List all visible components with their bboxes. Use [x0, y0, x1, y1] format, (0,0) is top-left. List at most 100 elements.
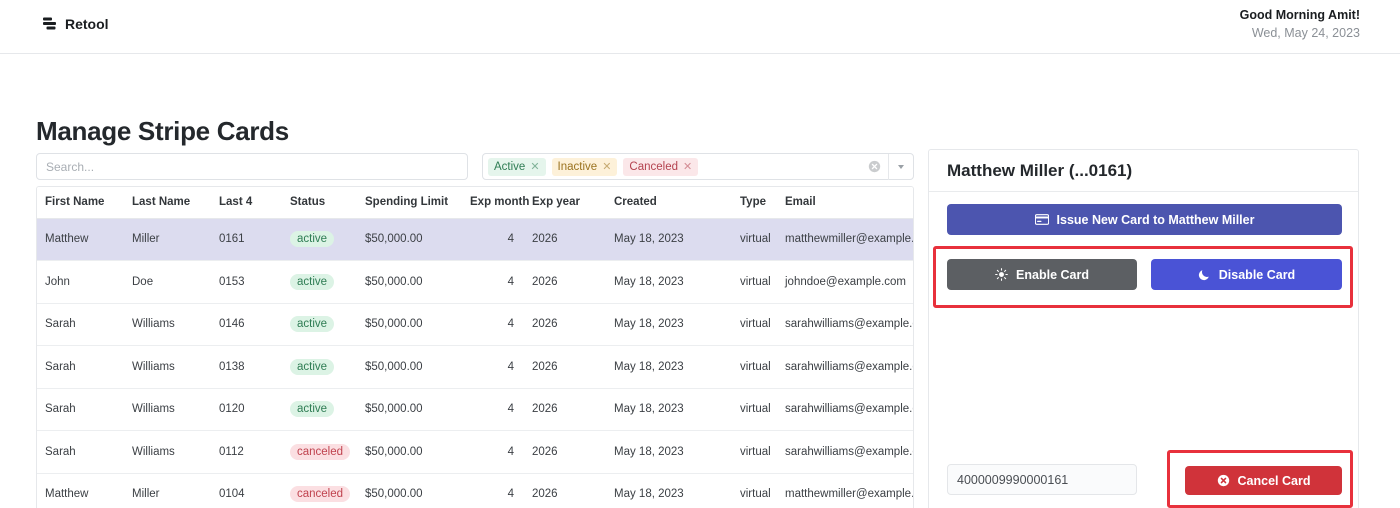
table-row[interactable]: SarahWilliams0138active$50,000.0042026Ma… — [37, 346, 914, 389]
cell-created: May 18, 2023 — [606, 261, 732, 304]
column-header-first-name[interactable]: First Name — [37, 187, 124, 218]
cell-first-name: Sarah — [37, 388, 124, 431]
column-header-email[interactable]: Email — [777, 187, 914, 218]
cell-status: active — [282, 303, 357, 346]
cell-exp-month: 4 — [462, 261, 524, 304]
cell-last-4: 0146 — [211, 303, 282, 346]
cell-exp-year: 2026 — [524, 346, 606, 389]
issue-new-card-label: Issue New Card to Matthew Miller — [1057, 213, 1255, 227]
status-badge: active — [290, 359, 334, 375]
cell-spending-limit: $50,000.00 — [357, 431, 462, 474]
cell-email: sarahwilliams@example.com — [777, 431, 914, 474]
filter-tag-inactive[interactable]: Inactive✕ — [552, 158, 618, 176]
cell-exp-year: 2026 — [524, 388, 606, 431]
cell-exp-month: 4 — [462, 473, 524, 508]
greeting-block: Good Morning Amit! Wed, May 24, 2023 — [1240, 6, 1360, 42]
cell-last-name: Miller — [124, 218, 211, 261]
cell-status: canceled — [282, 473, 357, 508]
cell-type: virtual — [732, 261, 777, 304]
cell-first-name: Matthew — [37, 473, 124, 508]
cancel-card-button[interactable]: Cancel Card — [1185, 466, 1342, 495]
card-number-field[interactable] — [947, 464, 1137, 495]
enable-card-button[interactable]: Enable Card — [947, 259, 1137, 290]
close-icon[interactable]: ✕ — [683, 158, 692, 176]
page-title: Manage Stripe Cards — [36, 116, 289, 147]
table-row[interactable]: JohnDoe0153active$50,000.0042026May 18, … — [37, 261, 914, 304]
cell-type: virtual — [732, 431, 777, 474]
status-filter-select[interactable]: Active✕Inactive✕Canceled✕ — [482, 153, 914, 180]
table-body: MatthewMiller0161active$50,000.0042026Ma… — [37, 218, 914, 508]
cell-last-name: Williams — [124, 346, 211, 389]
close-icon[interactable]: ✕ — [530, 158, 539, 176]
cell-type: virtual — [732, 473, 777, 508]
table-row[interactable]: SarahWilliams0146active$50,000.0042026Ma… — [37, 303, 914, 346]
filter-tag-label: Inactive — [558, 158, 598, 176]
cell-exp-year: 2026 — [524, 431, 606, 474]
search-input[interactable] — [36, 153, 468, 180]
column-header-type[interactable]: Type — [732, 187, 777, 218]
filter-tag-active[interactable]: Active ✕ — [488, 158, 546, 176]
cell-spending-limit: $50,000.00 — [357, 261, 462, 304]
chevron-down-icon — [898, 165, 904, 169]
table-header-row: First Name Last Name Last 4 Status Spend… — [37, 187, 914, 218]
status-badge: canceled — [290, 486, 350, 502]
cell-type: virtual — [732, 346, 777, 389]
cell-created: May 18, 2023 — [606, 388, 732, 431]
cell-last-name: Williams — [124, 431, 211, 474]
sun-icon — [995, 268, 1008, 281]
issue-new-card-button[interactable]: Issue New Card to Matthew Miller — [947, 204, 1342, 235]
cell-last-4: 0161 — [211, 218, 282, 261]
enable-card-label: Enable Card — [1016, 268, 1089, 282]
status-badge: active — [290, 401, 334, 417]
column-header-last-4[interactable]: Last 4 — [211, 187, 282, 218]
column-header-created[interactable]: Created — [606, 187, 732, 218]
cell-created: May 18, 2023 — [606, 473, 732, 508]
table-header: First Name Last Name Last 4 Status Spend… — [37, 187, 914, 218]
column-header-exp-month[interactable]: Exp month — [462, 187, 524, 218]
cell-email: sarahwilliams@example.com — [777, 388, 914, 431]
cell-exp-month: 4 — [462, 431, 524, 474]
cell-spending-limit: $50,000.00 — [357, 473, 462, 508]
cell-last-4: 0104 — [211, 473, 282, 508]
cell-last-4: 0138 — [211, 346, 282, 389]
filter-tag-label: Active — [494, 158, 525, 176]
table-row[interactable]: MatthewMiller0104 canceled $50,000.0042026… — [37, 473, 914, 508]
table-row[interactable]: MatthewMiller0161active$50,000.0042026Ma… — [37, 218, 914, 261]
retool-logo-icon — [42, 17, 57, 31]
cards-table-container[interactable]: First Name Last Name Last 4 Status Spend… — [36, 186, 914, 508]
cell-first-name: Matthew — [37, 218, 124, 261]
moon-icon — [1198, 268, 1211, 281]
cell-last-4: 0153 — [211, 261, 282, 304]
column-header-last-name[interactable]: Last Name — [124, 187, 211, 218]
cell-last-name: Miller — [124, 473, 211, 508]
filter-tag-canceled[interactable]: Canceled✕ — [623, 158, 698, 176]
cell-first-name: Sarah — [37, 303, 124, 346]
column-header-spending-limit[interactable]: Spending Limit — [357, 187, 462, 218]
cell-first-name: John — [37, 261, 124, 304]
table-row[interactable]: SarahWilliams0112canceled$50,000.0042026… — [37, 431, 914, 474]
cell-last-4: 0112 — [211, 431, 282, 474]
brand-logo[interactable]: Retool — [42, 16, 109, 32]
cell-spending-limit: $50,000.00 — [357, 388, 462, 431]
filter-dropdown-toggle[interactable] — [889, 154, 913, 180]
table-row[interactable]: SarahWilliams0120active$50,000.0042026Ma… — [37, 388, 914, 431]
cell-exp-year: 2026 — [524, 473, 606, 508]
column-header-status[interactable]: Status — [282, 187, 357, 218]
cell-last-4: 0120 — [211, 388, 282, 431]
cell-exp-month: 4 — [462, 346, 524, 389]
cell-status: active — [282, 346, 357, 389]
close-icon[interactable]: ✕ — [602, 158, 611, 176]
greeting-message: Good Morning Amit! — [1240, 6, 1360, 24]
clear-circle-icon[interactable] — [868, 160, 881, 173]
cell-exp-month: 4 — [462, 388, 524, 431]
page-body: Manage Stripe Cards Active✕Inactive✕Canc… — [0, 54, 1400, 508]
status-badge: active — [290, 231, 334, 247]
cell-created: May 18, 2023 — [606, 431, 732, 474]
current-date: Wed, May 24, 2023 — [1240, 24, 1360, 42]
status-badge: active — [290, 316, 334, 332]
column-header-exp-year[interactable]: Exp year — [524, 187, 606, 218]
cell-exp-year: 2026 — [524, 261, 606, 304]
card-detail-panel: Matthew Miller (...0161) Issue New Card … — [928, 149, 1359, 508]
cell-type: virtual — [732, 218, 777, 261]
disable-card-button[interactable]: Disable Card — [1151, 259, 1342, 290]
